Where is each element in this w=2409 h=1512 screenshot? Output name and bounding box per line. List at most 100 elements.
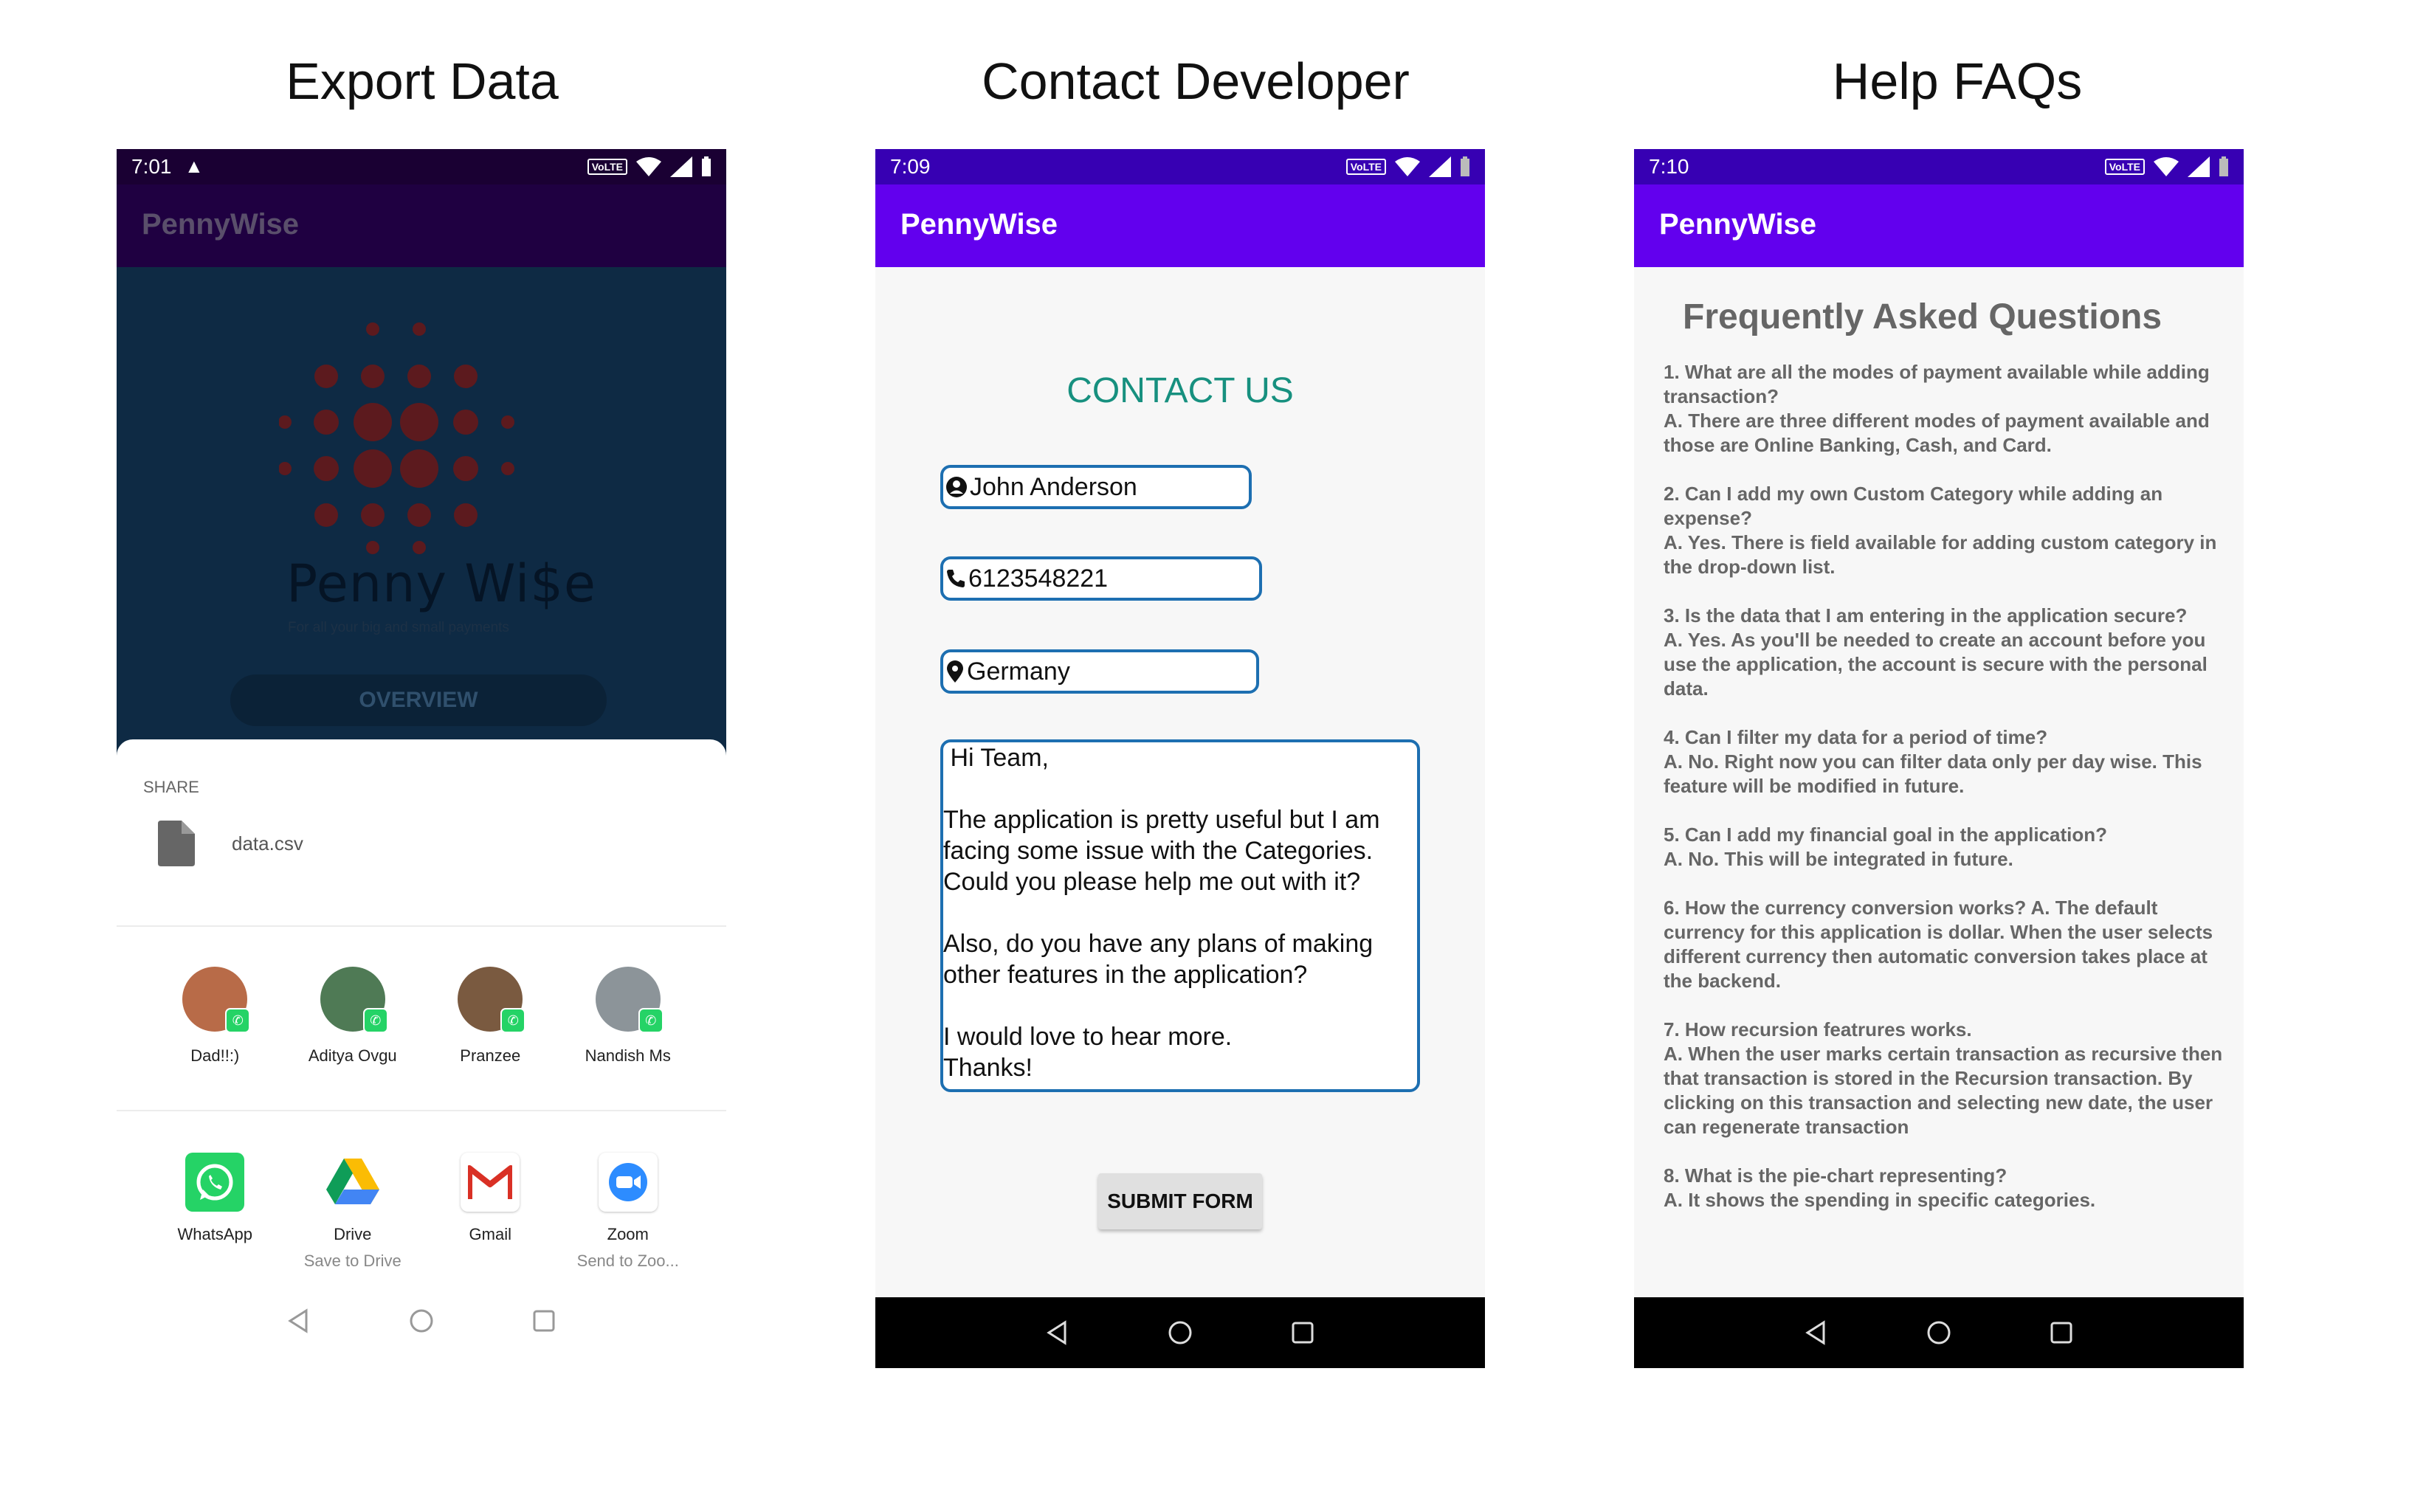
export-panel-title: Export Data <box>286 52 559 110</box>
wifi-icon <box>1395 157 1420 176</box>
app-bar: PennyWise <box>117 184 726 267</box>
app-title: PennyWise <box>1659 208 1817 241</box>
overview-button[interactable]: OVERVIEW <box>230 674 607 726</box>
contact-form: CONTACT US John Anderson 6123548221 Germ… <box>875 267 1485 1297</box>
faq-heading: Frequently Asked Questions <box>1683 297 2162 336</box>
share-sheet: SHARE data.csv ✆ Dad!!:) ✆ Aditya Ovgu ✆… <box>117 739 726 1368</box>
signal-icon <box>2188 156 2210 177</box>
status-time: 7:01 <box>131 155 172 178</box>
drive-icon <box>323 1153 382 1212</box>
back-icon[interactable] <box>1044 1319 1071 1346</box>
faq-answer: A. When the user marks certain transacti… <box>1664 1043 2223 1138</box>
person-icon <box>946 477 967 497</box>
app-bar: PennyWise <box>1634 184 2244 267</box>
faq-item: 6. How the currency conversion works? A.… <box>1664 896 2232 993</box>
recents-icon[interactable] <box>2048 1319 2075 1346</box>
faq-item: 7. How recursion featrures works. A. Whe… <box>1664 1018 2232 1139</box>
avatar: ✆ <box>182 967 251 1033</box>
app-whatsapp[interactable]: WhatsApp <box>148 1153 281 1271</box>
contact-name: Dad!!:) <box>190 1046 240 1065</box>
avatar: ✆ <box>595 967 664 1033</box>
faq-question: 4. Can I filter my data for a period of … <box>1664 726 2048 748</box>
name-field[interactable]: John Anderson <box>940 465 1252 509</box>
app-subtitle: Save to Drive <box>303 1252 402 1270</box>
contact-name: Pranzee <box>460 1046 521 1065</box>
faq-question: 3. Is the data that I am entering in the… <box>1664 604 2188 626</box>
navigation-bar <box>117 1308 726 1334</box>
share-apps: WhatsApp Drive Save to Drive Gmail Zoom <box>117 1153 726 1271</box>
location-pin-icon <box>947 660 963 683</box>
country-field[interactable]: Germany <box>940 649 1259 694</box>
file-icon <box>158 821 195 866</box>
faq-answer: A. No. Right now you can filter data onl… <box>1664 750 2202 797</box>
back-icon[interactable] <box>286 1308 312 1334</box>
contact-item[interactable]: ✆ Nandish Ms <box>565 967 691 1066</box>
faq-phone: 7:10 VoLTE PennyWise Frequently Asked Qu… <box>1634 149 2244 1368</box>
home-icon[interactable] <box>1926 1319 1952 1346</box>
signal-icon <box>1429 156 1451 177</box>
faq-answer: A. No. This will be integrated in future… <box>1664 848 2013 870</box>
logo-text: Penny Wi$e <box>286 553 596 614</box>
app-zoom[interactable]: Zoom Send to Zoo... <box>562 1153 695 1271</box>
faq-item: 2. Can I add my own Custom Category whil… <box>1664 482 2232 579</box>
avatar: ✆ <box>320 967 388 1033</box>
app-drive[interactable]: Drive Save to Drive <box>286 1153 419 1271</box>
home-icon[interactable] <box>408 1308 435 1334</box>
faq-question: 5. Can I add my financial goal in the ap… <box>1664 824 2107 846</box>
back-icon[interactable] <box>1803 1319 1830 1346</box>
recents-icon[interactable] <box>1289 1319 1316 1346</box>
message-textarea[interactable]: Hi Team, The application is pretty usefu… <box>940 739 1420 1092</box>
app-gmail[interactable]: Gmail <box>424 1153 556 1271</box>
faq-answer: A. Yes. There is field available for add… <box>1664 531 2217 578</box>
faq-item: 8. What is the pie-chart representing? A… <box>1664 1164 2232 1212</box>
faq-question: 2. Can I add my own Custom Category whil… <box>1664 483 2163 529</box>
contact-us-heading: CONTACT US <box>1066 371 1294 410</box>
faq-item: 3. Is the data that I am entering in the… <box>1664 604 2232 701</box>
avatar: ✆ <box>458 967 526 1033</box>
app-name: Zoom <box>607 1225 649 1243</box>
contact-item[interactable]: ✆ Aditya Ovgu <box>290 967 416 1066</box>
wifi-icon <box>2154 157 2179 176</box>
phone-icon <box>947 570 965 587</box>
warning-icon: ▲ <box>185 155 204 177</box>
status-bar: 7:10 VoLTE <box>1634 149 2244 184</box>
volte-icon: VoLTE <box>587 159 627 175</box>
divider <box>117 1110 726 1111</box>
status-bar: 7:01 ▲ VoLTE <box>117 149 726 184</box>
faq-question: 6. How the currency conversion works? A.… <box>1664 897 2213 992</box>
app-name: Gmail <box>469 1225 511 1243</box>
home-icon[interactable] <box>1167 1319 1193 1346</box>
shared-file: data.csv <box>158 821 303 866</box>
volte-icon: VoLTE <box>2104 159 2145 175</box>
wifi-icon <box>636 157 661 176</box>
battery-icon <box>702 156 711 176</box>
country-value: Germany <box>967 657 1070 686</box>
faq-item: 5. Can I add my financial goal in the ap… <box>1664 823 2232 871</box>
signal-icon <box>670 156 692 177</box>
volte-icon: VoLTE <box>1345 159 1386 175</box>
export-phone: 7:01 ▲ VoLTE PennyWise Penny Wi$e For al… <box>117 149 726 1368</box>
direct-share-contacts: ✆ Dad!!:) ✆ Aditya Ovgu ✆ Pranzee ✆ Nand… <box>117 967 726 1066</box>
navigation-bar <box>1634 1297 2244 1368</box>
app-title: PennyWise <box>900 208 1058 241</box>
battery-icon <box>1461 156 1469 176</box>
share-label: SHARE <box>143 778 199 796</box>
pennywise-logo-icon <box>279 322 514 554</box>
status-bar: 7:09 VoLTE <box>875 149 1485 184</box>
status-time: 7:09 <box>890 155 931 178</box>
faq-content: Frequently Asked Questions 1. What are a… <box>1634 267 2244 1297</box>
recents-icon[interactable] <box>531 1308 557 1334</box>
contact-item[interactable]: ✆ Pranzee <box>427 967 553 1066</box>
battery-icon <box>2219 156 2228 176</box>
navigation-bar <box>875 1297 1485 1368</box>
splash-screen: Penny Wi$e For all your big and small pa… <box>117 267 726 769</box>
faq-answer: A. Yes. As you'll be needed to create an… <box>1664 629 2208 700</box>
contact-item[interactable]: ✆ Dad!!:) <box>152 967 278 1066</box>
faq-answer: A. It shows the spending in specific cat… <box>1664 1189 2096 1211</box>
contact-name: Nandish Ms <box>585 1046 671 1065</box>
app-name: WhatsApp <box>177 1225 253 1243</box>
phone-field[interactable]: 6123548221 <box>940 556 1262 601</box>
divider <box>117 925 726 927</box>
submit-form-button[interactable]: SUBMIT FORM <box>1098 1173 1262 1229</box>
whatsapp-badge-icon: ✆ <box>362 1008 388 1033</box>
